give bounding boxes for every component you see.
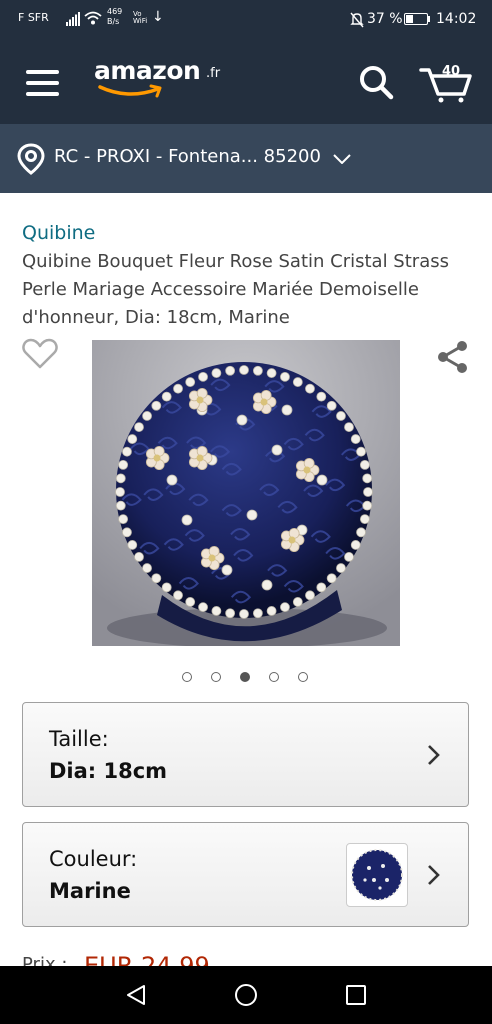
carousel-dot[interactable]	[182, 672, 192, 682]
net-speed: 469 B/s	[107, 7, 122, 27]
carousel-dot[interactable]	[211, 672, 221, 682]
hamburger-icon[interactable]	[26, 70, 60, 96]
color-selector[interactable]: Couleur: Marine	[22, 822, 469, 927]
size-label: Taille:	[49, 727, 109, 751]
heart-icon[interactable]	[22, 338, 58, 370]
home-icon[interactable]	[234, 983, 258, 1007]
amazon-logo[interactable]: amazon .fr	[94, 56, 234, 102]
location-pin-icon	[17, 143, 45, 175]
recent-apps-icon[interactable]	[344, 983, 368, 1007]
net-speed-value: 469	[107, 7, 123, 16]
clock: 14:02	[436, 11, 477, 27]
color-swatch-thumbnail	[346, 843, 408, 907]
status-bar: F SFR 469 B/s Vo WiFi ↓ 37 % 14:02	[0, 0, 492, 40]
delivery-location-bar[interactable]: RC - PROXI - Fontena... 85200	[0, 124, 492, 193]
signal-icon	[66, 12, 80, 26]
chevron-down-icon	[333, 154, 351, 164]
carrier-name: F SFR	[18, 11, 49, 24]
logo-tld: .fr	[206, 66, 221, 81]
battery-tip	[428, 16, 430, 22]
product-image[interactable]	[92, 340, 400, 646]
carousel-dot[interactable]	[298, 672, 308, 682]
bouquet-picture	[92, 340, 400, 646]
cart-button[interactable]: 40	[418, 60, 474, 104]
wifi-icon	[84, 11, 102, 25]
search-icon[interactable]	[356, 62, 396, 102]
size-selector[interactable]: Taille: Dia: 18cm	[22, 702, 469, 807]
price-value: EUR 24,99	[84, 952, 210, 966]
battery-level	[406, 15, 414, 23]
net-speed-unit: B/s	[107, 17, 120, 26]
size-value: Dia: 18cm	[49, 759, 168, 783]
carousel-dot[interactable]	[269, 672, 279, 682]
chevron-right-icon	[428, 745, 440, 765]
download-icon: ↓	[152, 9, 164, 25]
color-label: Couleur:	[49, 847, 138, 871]
color-value: Marine	[49, 879, 131, 903]
carousel-dot[interactable]	[240, 672, 250, 682]
price-label: Prix :	[22, 954, 68, 966]
app-header: amazon .fr 40	[0, 40, 492, 124]
smile-arrow-icon	[98, 84, 162, 98]
price-row: Prix : EUR 24,99	[22, 952, 322, 966]
vowifi-indicator: Vo WiFi	[133, 11, 147, 25]
system-navigation-bar	[0, 966, 492, 1024]
battery-percent: 37 %	[367, 11, 403, 27]
brand-link[interactable]: Quibine	[22, 222, 95, 244]
chevron-right-icon	[428, 865, 440, 885]
battery-icon	[404, 13, 428, 25]
color-swatch-image	[351, 849, 403, 901]
back-icon[interactable]	[124, 983, 148, 1007]
delivery-location-text: RC - PROXI - Fontena... 85200	[54, 146, 321, 167]
image-carousel-dots	[180, 672, 320, 686]
product-title: Quibine Bouquet Fleur Rose Satin Cristal…	[22, 251, 449, 328]
logo-word: amazon	[94, 56, 201, 85]
cart-count: 40	[441, 64, 461, 79]
share-icon[interactable]	[436, 340, 470, 374]
vowifi-bottom: WiFi	[133, 17, 148, 25]
mute-icon	[350, 12, 364, 28]
